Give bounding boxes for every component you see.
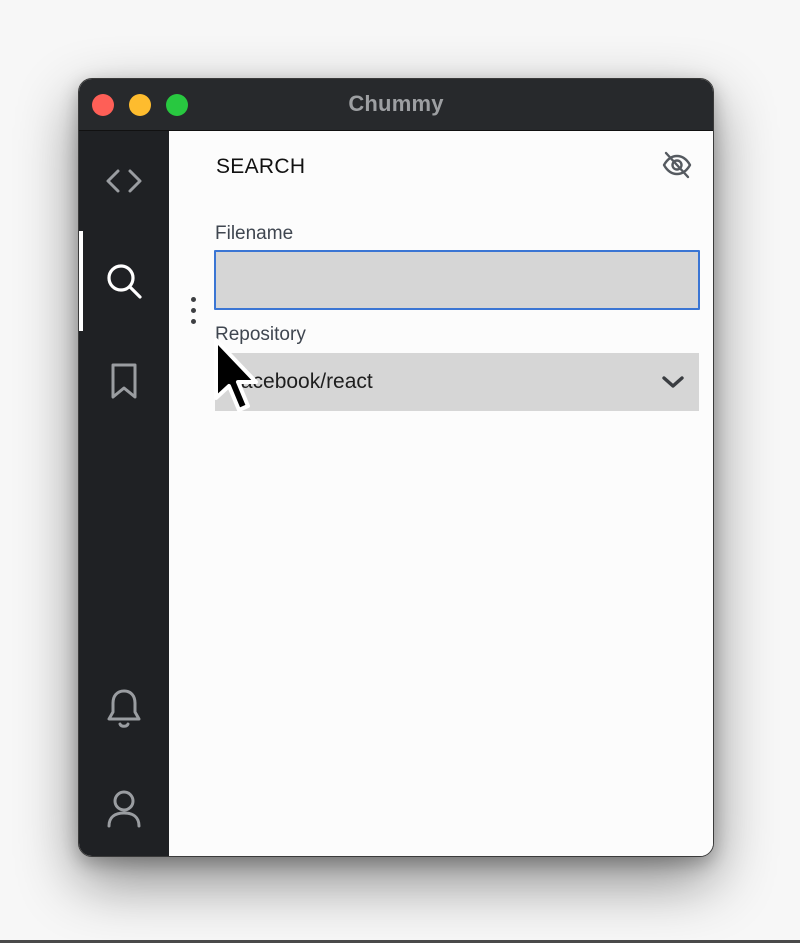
eye-off-icon[interactable] [661, 151, 693, 179]
sidebar-item-account[interactable] [79, 759, 169, 856]
filename-input[interactable] [214, 250, 700, 310]
sidebar-item-notifications[interactable] [79, 659, 169, 759]
repository-selected-value: facebook/react [235, 370, 373, 393]
sidebar-item-bookmarks[interactable] [79, 331, 169, 431]
bookmark-icon [111, 363, 137, 399]
search-icon [107, 264, 142, 299]
sidebar-item-code[interactable] [79, 131, 169, 231]
title-bar[interactable]: Chummy [79, 79, 713, 131]
repository-select[interactable]: facebook/react [215, 353, 699, 411]
user-icon [107, 790, 141, 828]
chevron-down-icon [662, 376, 684, 388]
panel-resize-handle[interactable] [189, 297, 197, 331]
activity-sidebar [79, 131, 169, 856]
search-panel: SEARCH Filename Repository facebook/reac… [169, 131, 713, 856]
code-icon [106, 169, 142, 193]
app-window: Chummy SEARCH Filename Repository facebo… [78, 78, 714, 857]
repository-label: Repository [215, 324, 306, 345]
sidebar-item-search[interactable] [79, 231, 169, 331]
panel-title: SEARCH [216, 155, 306, 178]
window-title: Chummy [348, 91, 444, 116]
filename-label: Filename [215, 223, 294, 244]
bell-icon [107, 689, 141, 728]
